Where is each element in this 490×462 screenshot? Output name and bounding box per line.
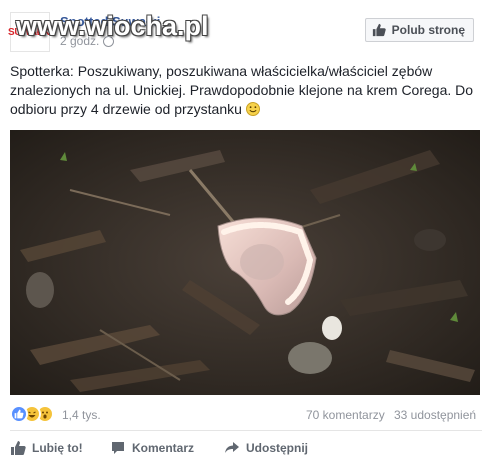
like-page-button[interactable]: Polub stronę [364, 18, 474, 42]
actions-divider [10, 430, 482, 431]
like-button-label: Lubię to! [32, 441, 83, 455]
shares-count[interactable]: 33 udostępnień [394, 408, 476, 422]
share-arrow-icon [225, 442, 239, 453]
like-reaction-icon [10, 405, 28, 423]
comment-button-label: Komentarz [132, 441, 195, 455]
watermark: www.wiocha.pl [16, 11, 209, 41]
post-stats: 1,4 tys. 70 komentarzy 33 udostępnień [10, 403, 482, 425]
comment-icon [112, 442, 124, 454]
post-photo[interactable] [10, 130, 480, 395]
like-page-label: Polub stronę [391, 23, 465, 37]
smiley-icon [245, 102, 260, 116]
reaction-count[interactable]: 1,4 tys. [62, 408, 101, 422]
facebook-post: SUWAŁKI Spotted Suwałki 2 godz. www.wioc… [0, 0, 490, 462]
share-button[interactable]: Udostępnij [224, 440, 308, 456]
post-actions: Lubię to! Komentarz Udostępnij [10, 436, 482, 460]
thumbs-up-icon [372, 23, 386, 37]
post-header: SUWAŁKI Spotted Suwałki 2 godz. www.wioc… [8, 8, 482, 52]
reaction-icons[interactable] [10, 405, 54, 423]
thumbs-up-icon [11, 441, 26, 455]
post-message-text: Spotterka: Poszukiwany, poszukiwana właś… [10, 63, 474, 117]
dentures-photo-image [10, 130, 480, 395]
comments-count[interactable]: 70 komentarzy [306, 408, 385, 422]
like-button[interactable]: Lubię to! [10, 440, 83, 456]
post-message: Spotterka: Poszukiwany, poszukiwana właś… [10, 62, 482, 119]
share-button-label: Udostępnij [246, 441, 308, 455]
comment-button[interactable]: Komentarz [110, 440, 194, 456]
